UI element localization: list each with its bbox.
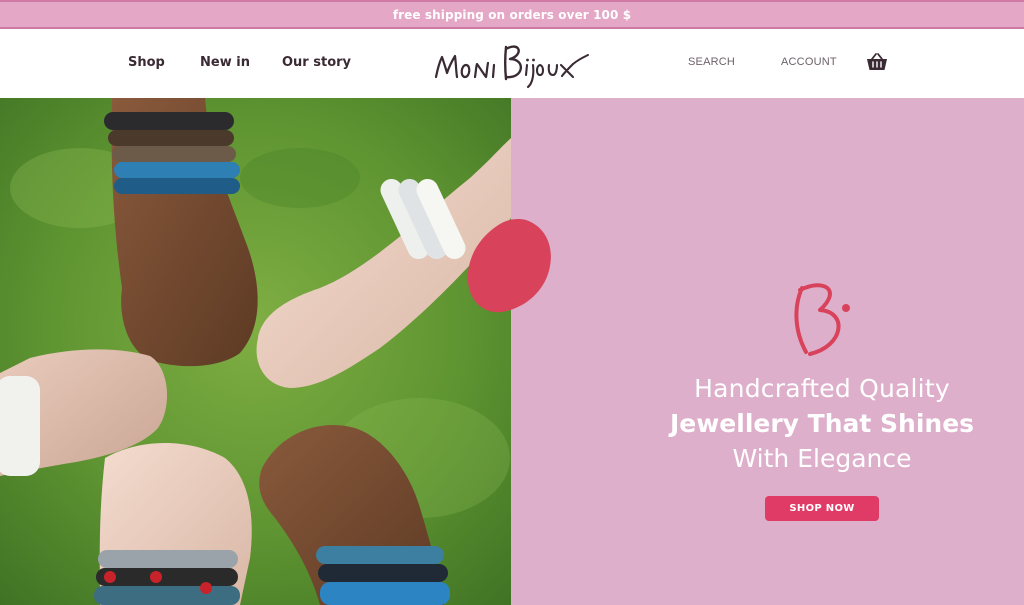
brand-logo[interactable] xyxy=(432,35,592,91)
b-monogram-icon xyxy=(794,283,850,356)
search-link[interactable]: SEARCH xyxy=(688,56,735,68)
hero-panel xyxy=(511,98,1024,605)
basket-icon[interactable] xyxy=(866,52,888,72)
shop-now-button[interactable]: SHOP NOW xyxy=(765,496,879,521)
nav-shop[interactable]: Shop xyxy=(128,55,165,70)
promo-bar: free shipping on orders over 100 $ xyxy=(0,0,1024,29)
decorative-blob xyxy=(467,219,551,313)
nav-new-in[interactable]: New in xyxy=(200,55,250,70)
headline-line-3: With Elegance xyxy=(732,444,912,473)
brand-logo-wordmark xyxy=(434,45,589,89)
site-header: Shop New in Our story SEARCH ACCOUNT xyxy=(0,29,1024,98)
promo-text: free shipping on orders over 100 $ xyxy=(392,7,632,22)
nav-our-story[interactable]: Our story xyxy=(282,55,351,70)
headline-line-2: Jewellery That Shines xyxy=(669,409,975,438)
hero-section: Handcrafted Quality Jewellery That Shine… xyxy=(0,98,1024,605)
account-link[interactable]: ACCOUNT xyxy=(781,56,837,68)
headline-line-1: Handcrafted Quality xyxy=(694,374,950,403)
hero-headline: Handcrafted Quality Jewellery That Shine… xyxy=(610,372,1024,476)
bracelet-hands-photo xyxy=(0,98,511,605)
